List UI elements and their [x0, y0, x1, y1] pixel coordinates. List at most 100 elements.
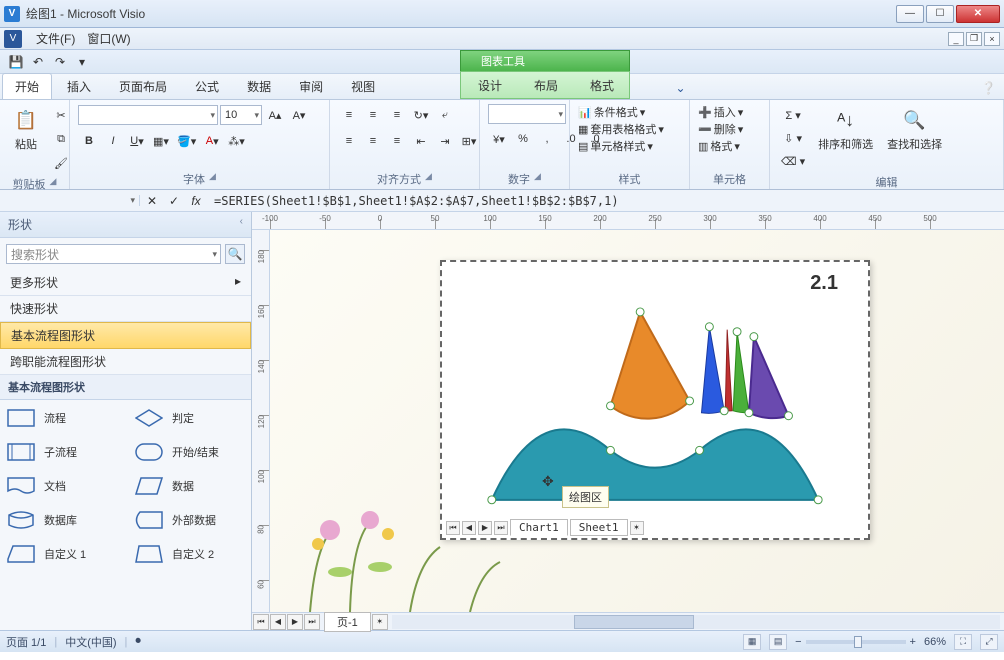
redo-button[interactable]: ↷	[50, 53, 70, 71]
ribbon-collapse-button[interactable]: ⌄	[668, 77, 694, 99]
number-format-dropdown[interactable]	[488, 104, 566, 124]
sheet-tab-chart1[interactable]: Chart1	[510, 519, 568, 536]
page-nav-first[interactable]: ⏮	[253, 614, 269, 630]
tab-chart-design[interactable]: 设计	[463, 72, 517, 98]
name-box[interactable]: ▾	[0, 195, 140, 206]
mdi-minimize-button[interactable]: _	[948, 32, 964, 46]
percent-button[interactable]: %	[512, 128, 534, 150]
currency-button[interactable]: ¥▾	[488, 128, 510, 150]
enter-formula-button[interactable]: ✓	[166, 194, 182, 208]
fill-color-button[interactable]: 🪣▾	[174, 130, 199, 152]
zoom-slider[interactable]	[806, 640, 906, 644]
autosum-button[interactable]: Σ ▾	[778, 104, 808, 126]
merge-center-button[interactable]: ⊞▾	[458, 130, 480, 152]
font-dialog-launcher[interactable]: ◢	[209, 171, 216, 187]
page-nav-last[interactable]: ⏭	[304, 614, 320, 630]
tab-chart-layout[interactable]: 布局	[519, 72, 573, 98]
number-dialog-launcher[interactable]: ◢	[534, 171, 541, 187]
shape-database[interactable]: 数据库	[6, 510, 116, 530]
insert-cells-button[interactable]: ➕插入▾	[698, 104, 743, 120]
page-nav-next[interactable]: ▶	[287, 614, 303, 630]
cell-styles-button[interactable]: ▤单元格样式▾	[578, 138, 653, 154]
sheet-nav-first[interactable]: ⏮	[446, 521, 460, 535]
shape-decision[interactable]: 判定	[134, 408, 244, 428]
shape-data[interactable]: 数据	[134, 476, 244, 496]
underline-button[interactable]: U▾	[126, 130, 148, 152]
fx-button[interactable]: fx	[188, 194, 204, 208]
fit-window-button[interactable]: ⛶	[954, 634, 972, 650]
close-button[interactable]: ✕	[956, 5, 1000, 23]
fullscreen-button[interactable]: ⤢	[980, 634, 998, 650]
delete-cells-button[interactable]: ➖删除▾	[698, 121, 743, 137]
menu-file[interactable]: 文件(F)	[30, 30, 81, 47]
view-normal-button[interactable]: ▦	[743, 634, 761, 650]
drawing-surface[interactable]: 2.1	[270, 230, 1004, 612]
page-nav-prev[interactable]: ◀	[270, 614, 286, 630]
zoom-in-button[interactable]: +	[910, 636, 916, 648]
paste-button[interactable]: 📋 粘贴	[8, 104, 44, 154]
insert-page-button[interactable]: ✶	[372, 614, 388, 630]
insert-sheet-button[interactable]: ✶	[630, 521, 644, 535]
save-button[interactable]: 💾	[6, 53, 26, 71]
sheet-nav-prev[interactable]: ◀	[462, 521, 476, 535]
border-button[interactable]: ▦▾	[150, 130, 172, 152]
align-bottom-button[interactable]: ≡	[386, 104, 408, 126]
visio-orb-icon[interactable]: V	[4, 30, 22, 48]
align-left-button[interactable]: ≡	[338, 130, 360, 152]
tab-insert[interactable]: 插入	[54, 73, 104, 99]
decrease-indent-button[interactable]: ⇤	[410, 130, 432, 152]
shapes-pane-collapse-button[interactable]: ‹	[240, 216, 243, 233]
shape-process[interactable]: 流程	[6, 408, 116, 428]
more-shapes-category[interactable]: 更多形状▸	[0, 270, 251, 296]
basic-flowchart-category[interactable]: 基本流程图形状	[0, 322, 251, 349]
comma-button[interactable]: ,	[536, 128, 558, 150]
conditional-format-button[interactable]: 📊条件格式▾	[578, 104, 645, 120]
copy-button[interactable]: ⧉	[50, 128, 72, 150]
embedded-chart-object[interactable]: 2.1	[440, 260, 870, 540]
format-as-table-button[interactable]: ▦套用表格格式▾	[578, 121, 664, 137]
macro-record-icon[interactable]: ⏺	[135, 635, 141, 648]
mdi-close-button[interactable]: ×	[984, 32, 1000, 46]
cancel-formula-button[interactable]: ✕	[144, 194, 160, 208]
tab-page-layout[interactable]: 页面布局	[106, 73, 180, 99]
alignment-dialog-launcher[interactable]: ◢	[425, 171, 432, 187]
mdi-restore-button[interactable]: ❐	[966, 32, 982, 46]
view-print-button[interactable]: ▤	[769, 634, 787, 650]
shape-subprocess[interactable]: 子流程	[6, 442, 116, 462]
cross-functional-category[interactable]: 跨职能流程图形状	[0, 349, 251, 375]
sheet-nav-next[interactable]: ▶	[478, 521, 492, 535]
help-button[interactable]: ❔	[973, 77, 1004, 99]
align-center-button[interactable]: ≡	[362, 130, 384, 152]
sheet-nav-last[interactable]: ⏭	[494, 521, 508, 535]
format-cells-button[interactable]: ▥格式▾	[698, 138, 740, 154]
find-select-button[interactable]: 🔍 查找和选择	[883, 104, 946, 154]
scrollbar-thumb[interactable]	[574, 615, 694, 629]
format-painter-button[interactable]: 🖌	[50, 152, 72, 174]
page-tab-1[interactable]: 页-1	[324, 612, 371, 632]
increase-indent-button[interactable]: ⇥	[434, 130, 456, 152]
tab-review[interactable]: 审阅	[286, 73, 336, 99]
shape-search-button[interactable]: 🔍	[225, 244, 245, 264]
font-size-dropdown[interactable]: 10	[220, 105, 262, 125]
italic-button[interactable]: I	[102, 130, 124, 152]
clipboard-dialog-launcher[interactable]: ◢	[50, 176, 57, 192]
clear-button[interactable]: ⌫ ▾	[778, 150, 808, 172]
tab-view[interactable]: 视图	[338, 73, 388, 99]
sort-filter-button[interactable]: ᴬ↓ 排序和筛选	[814, 104, 877, 154]
shape-document[interactable]: 文档	[6, 476, 116, 496]
decrease-font-button[interactable]: A▾	[288, 104, 310, 126]
fill-button[interactable]: ⇩ ▾	[778, 127, 808, 149]
horizontal-scrollbar[interactable]	[392, 615, 1000, 629]
zoom-out-button[interactable]: −	[795, 636, 801, 648]
align-top-button[interactable]: ≡	[338, 104, 360, 126]
wrap-text-button[interactable]: ⤶	[434, 104, 456, 126]
minimize-button[interactable]: —	[896, 5, 924, 23]
shape-custom1[interactable]: 自定义 1	[6, 544, 116, 564]
tab-formulas[interactable]: 公式	[182, 73, 232, 99]
bold-button[interactable]: B	[78, 130, 100, 152]
maximize-button[interactable]: ☐	[926, 5, 954, 23]
qat-customize-button[interactable]: ▾	[72, 53, 92, 71]
shape-start-end[interactable]: 开始/结束	[134, 442, 244, 462]
tab-chart-format[interactable]: 格式	[575, 72, 629, 98]
sheet-tab-sheet1[interactable]: Sheet1	[570, 519, 628, 536]
